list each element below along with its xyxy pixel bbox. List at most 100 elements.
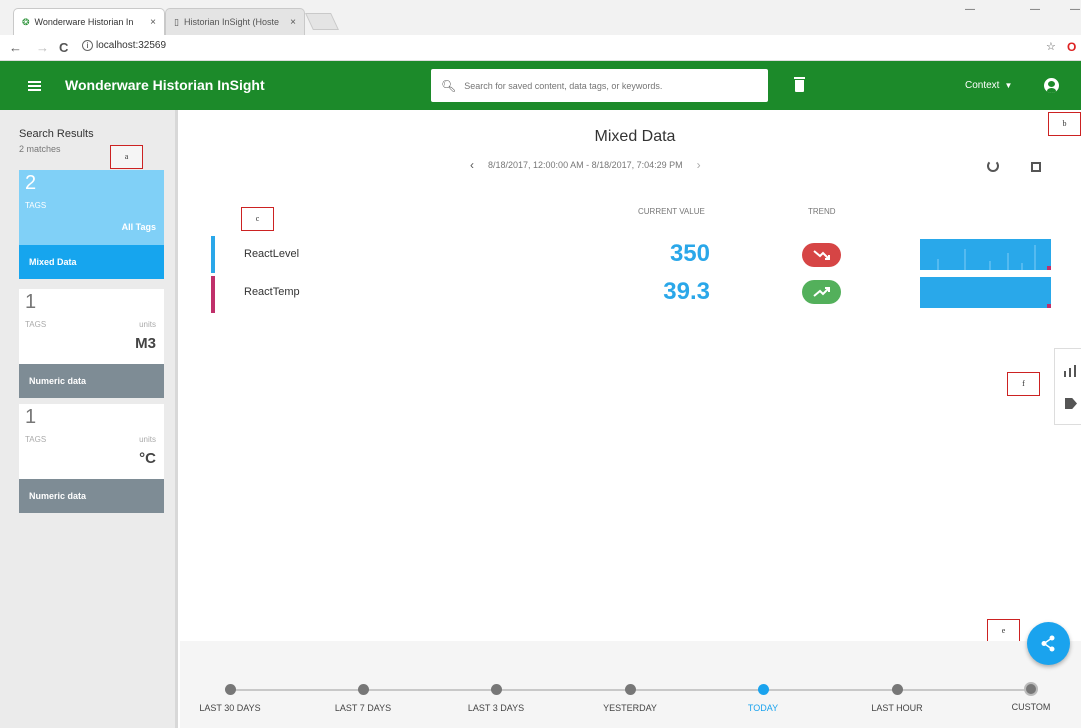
time-range-nav: ‹ 8/18/2017, 12:00:00 AM - 8/18/2017, 7:… [470, 158, 760, 172]
reload-icon[interactable]: C [59, 40, 68, 55]
preset-dot [490, 684, 502, 695]
forward-icon[interactable]: → [36, 40, 49, 55]
units-value: °C [139, 450, 156, 467]
context-dropdown[interactable]: Context ▼ [965, 80, 1012, 91]
page-title: Mixed Data [594, 128, 676, 145]
annotation-label-b: b [1048, 112, 1081, 136]
browser-tab-bar: ❂ Wonderware Historian In × ▯ Historian … [0, 0, 1081, 35]
preset-last-3-days[interactable]: LAST 3 DAYS [441, 684, 551, 713]
preset-dot [891, 684, 903, 695]
browser-tab-label: Historian InSight (Hoste [183, 17, 279, 27]
tag-name-reacttemp[interactable]: ReactTemp [244, 286, 300, 298]
preset-label: TODAY [747, 703, 779, 713]
new-tab-button[interactable] [305, 13, 339, 30]
next-range-icon[interactable]: › [697, 158, 701, 172]
app-header: Wonderware Historian InSight 🔍︎ Context … [0, 61, 1081, 110]
preset-last-7-days[interactable]: LAST 7 DAYS [308, 684, 418, 713]
preset-last-30-days[interactable]: LAST 30 DAYS [175, 684, 285, 713]
result-card-mixed-data[interactable]: 2 TAGS All Tags Mixed Data [19, 170, 164, 279]
time-range-text: 8/18/2017, 12:00:00 AM - 8/18/2017, 7:04… [488, 160, 683, 170]
preset-label: YESTERDAY [603, 703, 657, 713]
close-tab-icon[interactable]: × [290, 17, 296, 28]
side-panel-tabs [1054, 348, 1081, 425]
card-name: Numeric data [19, 479, 164, 513]
preset-today[interactable]: TODAY [708, 684, 818, 713]
sparkline-reacttemp [920, 277, 1051, 308]
trend-down-icon [802, 243, 841, 267]
all-tags-label: All Tags [121, 222, 156, 232]
preset-dot [357, 684, 369, 695]
preset-dot [224, 684, 236, 695]
leaf-icon: ❂ [22, 16, 30, 27]
restore-icon[interactable]: ― [1030, 4, 1040, 15]
search-icon: 🔍︎ [441, 78, 457, 93]
url-field[interactable]: i localhost:32569 [82, 40, 166, 51]
units-value: M3 [135, 335, 156, 352]
series-color-bar [211, 276, 215, 313]
trend-up-icon [802, 280, 841, 304]
sparkline-reactlevel [920, 239, 1051, 270]
card-name: Mixed Data [19, 245, 164, 279]
search-input[interactable] [464, 80, 755, 91]
tag-count: 2 [25, 172, 37, 194]
close-tab-icon[interactable]: × [150, 17, 156, 28]
back-icon[interactable]: ← [9, 40, 22, 55]
preset-custom[interactable]: CUSTOM [976, 682, 1081, 712]
tags-label: TAGS [25, 201, 47, 210]
app-title: Wonderware Historian InSight [65, 77, 265, 93]
tag-name-reactlevel[interactable]: ReactLevel [244, 248, 299, 260]
address-bar: ← → C i localhost:32569 ☆ O [0, 35, 1081, 61]
preset-label: LAST 7 DAYS [334, 703, 392, 713]
browser-tab-active[interactable]: ❂ Wonderware Historian In × [13, 8, 165, 35]
context-label: Context [965, 80, 1000, 91]
prev-range-icon[interactable]: ‹ [470, 158, 474, 172]
calendar-icon [1024, 682, 1038, 696]
units-label: units [139, 320, 156, 329]
page-icon: ▯ [174, 16, 179, 27]
user-account-icon[interactable] [1044, 78, 1059, 93]
preset-last-hour[interactable]: LAST HOUR [842, 684, 952, 713]
current-value-header: CURRENT VALUE [638, 207, 705, 216]
current-value-reactlevel: 350 [669, 240, 710, 267]
preset-label: CUSTOM [1011, 702, 1051, 712]
bar-chart-icon[interactable] [1064, 364, 1076, 382]
trash-icon[interactable] [794, 77, 805, 92]
tag-count: 1 [25, 291, 37, 313]
preset-dot [624, 684, 636, 695]
search-results-sidebar: Search Results 2 matches 2 TAGS All Tags… [0, 110, 178, 728]
tag-icon[interactable] [1065, 398, 1077, 409]
minimize-icon[interactable]: ― [965, 4, 975, 15]
opera-icon[interactable]: O [1067, 40, 1076, 54]
units-label: units [139, 435, 156, 444]
fullscreen-icon[interactable] [1031, 162, 1041, 172]
hamburger-menu-icon[interactable] [28, 81, 41, 91]
annotation-label-f: f [1007, 372, 1040, 396]
result-card-numeric-m3[interactable]: 1 TAGS units M3 Numeric data [19, 289, 164, 398]
info-icon[interactable]: i [82, 40, 93, 51]
series-color-bar [211, 236, 215, 273]
caret-down-icon: ▼ [1004, 81, 1013, 90]
tags-label: TAGS [25, 435, 47, 444]
card-name: Numeric data [19, 364, 164, 398]
annotation-label-c: c [241, 207, 274, 231]
search-box[interactable]: 🔍︎ [431, 69, 768, 102]
annotation-label-e: e [987, 619, 1020, 643]
share-button[interactable] [1027, 622, 1070, 665]
url-text: localhost:32569 [96, 40, 167, 51]
star-icon[interactable]: ☆ [1046, 40, 1056, 53]
current-value-reacttemp: 39.3 [663, 278, 710, 305]
preset-label: LAST HOUR [871, 703, 923, 713]
result-card-numeric-c[interactable]: 1 TAGS units °C Numeric data [19, 404, 164, 513]
tag-count: 1 [25, 406, 37, 428]
preset-yesterday[interactable]: YESTERDAY [575, 684, 685, 713]
trend-header: TREND [808, 207, 836, 216]
browser-tab-inactive[interactable]: ▯ Historian InSight (Hoste × [165, 8, 305, 35]
browser-tab-label: Wonderware Historian In [34, 17, 134, 27]
match-count: 2 matches [19, 144, 61, 154]
share-icon [1041, 635, 1055, 652]
window-close-icon[interactable]: ― [1070, 4, 1080, 15]
refresh-icon[interactable] [987, 160, 999, 172]
tags-label: TAGS [25, 320, 47, 329]
preset-label: LAST 3 DAYS [467, 703, 525, 713]
preset-label: LAST 30 DAYS [199, 703, 261, 713]
